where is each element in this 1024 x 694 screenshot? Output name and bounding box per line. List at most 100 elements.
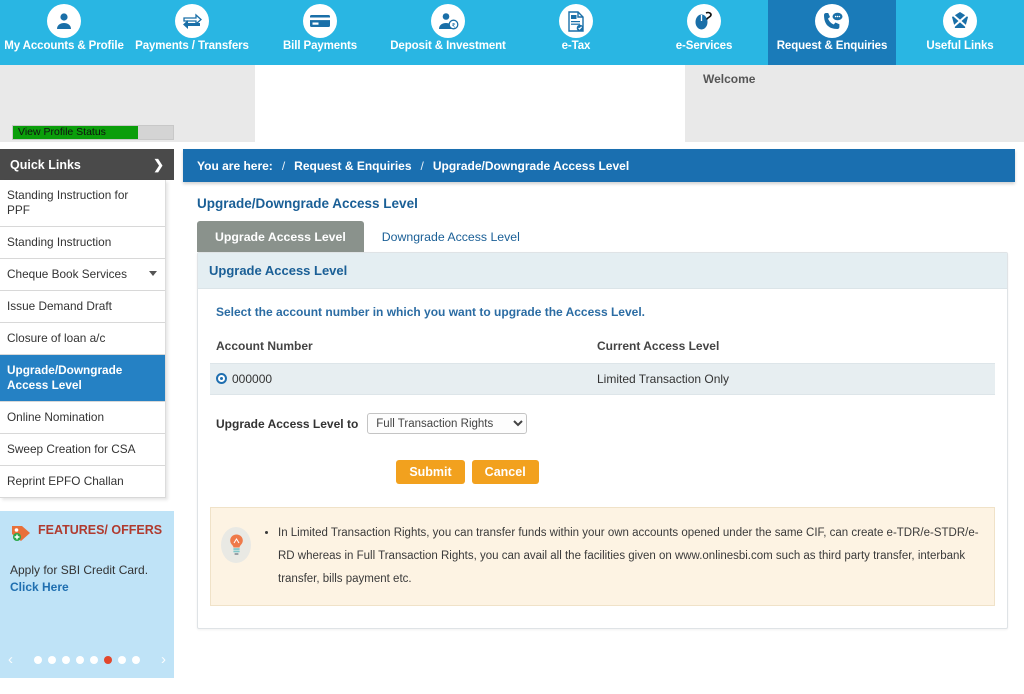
sidebar-item-reprint-epfo-challan[interactable]: Reprint EPFO Challan (0, 466, 165, 498)
nav-item-label: e-Tax (561, 40, 591, 52)
account-radio-button[interactable] (216, 373, 227, 384)
features-carousel: ‹ › (0, 652, 174, 667)
sidebar-item-label: Sweep Creation for CSA (7, 442, 136, 456)
profile-status-bar[interactable]: View Profile Status (12, 125, 174, 140)
nav-item-bill-payments[interactable]: Bill Payments (256, 0, 384, 65)
chevron-left-icon[interactable]: ‹ (8, 652, 13, 667)
note-list: In Limited Transaction Rights, you can t… (262, 522, 980, 591)
sidebar-item-label: Upgrade/Downgrade Access Level (7, 363, 123, 392)
account-number-value: 000000 (232, 372, 273, 386)
upgrade-level-label: Upgrade Access Level to (216, 416, 359, 431)
profile-status-block: View Profile Status (0, 65, 255, 142)
cancel-button[interactable]: Cancel (471, 460, 539, 484)
nav-item-payments-transfers[interactable]: Payments / Transfers (128, 0, 256, 65)
note-item: In Limited Transaction Rights, you can t… (278, 522, 980, 591)
breadcrumb-item-request-enquiries[interactable]: Request & Enquiries (294, 159, 411, 173)
nav-item-my-accounts-profile[interactable]: My Accounts & Profile (0, 0, 128, 65)
sidebar: Quick Links ❯ Standing Instruction for P… (0, 142, 174, 694)
action-buttons: Submit Cancel (210, 460, 995, 484)
chevron-right-icon[interactable]: › (161, 652, 166, 667)
breadcrumb-item-current[interactable]: Upgrade/Downgrade Access Level (433, 159, 629, 173)
transfer-arrows-icon (175, 4, 209, 38)
carousel-dot[interactable] (34, 655, 42, 664)
nav-item-label: Useful Links (926, 40, 994, 52)
carousel-dot[interactable] (118, 655, 126, 664)
sidebar-item-issue-demand-draft[interactable]: Issue Demand Draft (0, 291, 165, 323)
header-middle-spacer (255, 65, 685, 142)
nav-item-label: e-Services (675, 40, 733, 52)
nav-item-label: My Accounts & Profile (4, 40, 124, 52)
nav-item-label: Deposit & Investment (390, 40, 506, 52)
breadcrumb-separator: / (420, 158, 424, 173)
upgrade-level-row: Upgrade Access Level to Full Transaction… (210, 413, 995, 434)
breadcrumb-separator: / (281, 158, 286, 173)
carousel-dot[interactable] (62, 655, 70, 664)
breadcrumb: You are here: / Request & Enquiries / Up… (183, 149, 1015, 182)
nav-item-label: Request & Enquiries (776, 40, 888, 52)
quick-links-list: Standing Instruction for PPF Standing Ins… (0, 180, 166, 498)
info-note-box: In Limited Transaction Rights, you can t… (210, 507, 995, 606)
table-row[interactable]: 000000 Limited Transaction Only (210, 363, 995, 395)
main-content: You are here: / Request & Enquiries / Up… (174, 142, 1024, 694)
nav-item-label: Payments / Transfers (135, 40, 249, 52)
table-header-row: Account Number Current Access Level (210, 339, 995, 364)
carousel-dot[interactable] (132, 655, 140, 664)
card-body: Select the account number in which you w… (198, 289, 1007, 628)
lightbulb-icon (221, 527, 251, 563)
sidebar-item-closure-of-loan-a-c[interactable]: Closure of loan a/c (0, 323, 165, 355)
chevron-down-icon[interactable] (149, 271, 157, 276)
user-icon (47, 4, 81, 38)
features-click-here-link[interactable]: Click Here (10, 580, 69, 594)
chevron-right-icon: ❯ (153, 156, 164, 172)
current-access-level-cell: Limited Transaction Only (591, 363, 995, 395)
submit-button[interactable]: Submit (396, 460, 465, 484)
carousel-dot[interactable] (48, 655, 56, 664)
features-text: Apply for SBI Credit Card. Click Here (10, 562, 164, 596)
carousel-dot[interactable] (104, 655, 112, 664)
nav-item-deposit-investment[interactable]: ₹ Deposit & Investment (384, 0, 512, 65)
tab-bar: Upgrade Access Level Downgrade Access Lev… (183, 221, 1015, 252)
select-account-hint: Select the account number in which you w… (216, 305, 645, 319)
tax-document-icon (559, 4, 593, 38)
svg-text:₹: ₹ (452, 22, 456, 29)
welcome-block: Welcome (685, 65, 1024, 142)
upgrade-level-select[interactable]: Full Transaction Rights (367, 413, 528, 434)
upgrade-access-card: Upgrade Access Level Select the account … (197, 252, 1008, 629)
body-wrapper: Quick Links ❯ Standing Instruction for P… (0, 142, 1024, 694)
sidebar-item-label: Cheque Book Services (7, 267, 128, 281)
sidebar-item-online-nomination[interactable]: Online Nomination (0, 402, 165, 434)
tab-upgrade-access-level[interactable]: Upgrade Access Level (197, 221, 364, 252)
account-number-cell[interactable]: 000000 (210, 363, 591, 395)
carousel-dots (34, 655, 140, 664)
links-icon (943, 4, 977, 38)
sidebar-item-standing-instruction[interactable]: Standing Instruction (0, 227, 165, 259)
carousel-dot[interactable] (76, 655, 84, 664)
column-header-account-number: Account Number (216, 339, 313, 353)
nav-item-e-services[interactable]: e-Services (640, 0, 768, 65)
nav-item-e-tax[interactable]: e-Tax (512, 0, 640, 65)
card-icon (303, 4, 337, 38)
sidebar-item-label: Reprint EPFO Challan (7, 474, 124, 488)
sidebar-item-label: Standing Instruction (7, 235, 112, 249)
header-strip: View Profile Status Welcome (0, 65, 1024, 142)
tag-offer-icon (10, 523, 32, 548)
tab-downgrade-access-level[interactable]: Downgrade Access Level (364, 221, 538, 252)
nav-item-request-enquiries[interactable]: Request & Enquiries (768, 0, 896, 65)
sidebar-item-label: Online Nomination (7, 410, 105, 424)
sidebar-item-sweep-creation-for-csa[interactable]: Sweep Creation for CSA (0, 434, 165, 466)
quick-links-title: Quick Links (10, 157, 81, 172)
accounts-table: Account Number Current Access Level 0000… (210, 339, 995, 395)
nav-item-label: Bill Payments (282, 40, 358, 52)
sidebar-item-label: Issue Demand Draft (7, 299, 112, 313)
sidebar-item-standing-instruction-for-ppf[interactable]: Standing Instruction for PPF (0, 180, 165, 227)
quick-links-header[interactable]: Quick Links ❯ (0, 149, 174, 180)
sidebar-item-upgrade-downgrade-access-level[interactable]: Upgrade/Downgrade Access Level (0, 355, 165, 402)
sidebar-item-cheque-book-services[interactable]: Cheque Book Services (0, 259, 165, 291)
card-title: Upgrade Access Level (198, 253, 1007, 289)
breadcrumb-prefix: You are here: (197, 158, 273, 173)
mouse-icon (687, 4, 721, 38)
carousel-dot[interactable] (90, 655, 98, 664)
nav-item-useful-links[interactable]: Useful Links (896, 0, 1024, 65)
welcome-text: Welcome (703, 72, 756, 86)
deposit-money-icon: ₹ (431, 4, 465, 38)
